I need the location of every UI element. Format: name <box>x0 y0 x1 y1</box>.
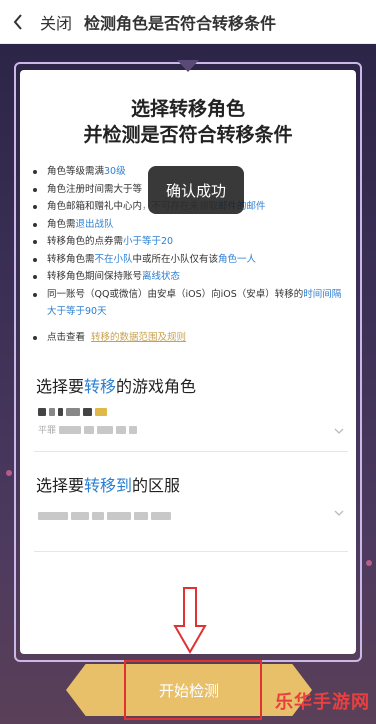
chevron-down-icon <box>334 510 344 516</box>
rule-highlight: 角色一人 <box>218 253 257 265</box>
select-server-label-highlight: 转移到 <box>84 476 133 495</box>
rule-text-part: 同一账号（QQ或微信）由安卓（iOS）向iOS（安卓）转移的 <box>47 288 304 300</box>
rule-text: 转移角色的点券需小于等于20 <box>47 233 173 251</box>
close-button[interactable]: 关闭 <box>40 10 72 34</box>
select-server-label-pre: 选择要 <box>36 476 85 495</box>
back-button[interactable] <box>0 0 36 44</box>
rule-text-part: 角色注册时间需大于等 <box>47 183 143 195</box>
bullet-dot <box>33 275 37 279</box>
rule-highlight: 不在小队 <box>94 253 133 265</box>
bullet-dot <box>33 240 37 244</box>
rule-text-part: 中或所在小队仅有该 <box>132 253 219 265</box>
bullet-dot <box>33 222 37 227</box>
role-name-obscured <box>38 408 107 416</box>
rules-link-row: 点击查看 转移的数据范围及规则 <box>30 329 350 347</box>
chevron-down-icon <box>334 428 344 434</box>
top-navbar: 关闭 检测角色是否符合转移条件 <box>0 0 376 44</box>
watermark: 乐华手游网 <box>275 692 370 713</box>
toast-message: 确认成功 <box>148 166 244 214</box>
rule-text: 角色注册时间需大于等 <box>47 181 142 199</box>
rule-text-part: 角色邮箱和赠礼中心内 <box>47 201 143 212</box>
rules-link-prefix: 点击查看 <box>47 331 86 343</box>
rule-highlight: 离线状态 <box>142 271 181 282</box>
rule-text: 角色需退出战队 <box>47 216 114 234</box>
select-role-label-highlight: 转移 <box>84 377 117 396</box>
rule-text-part: 转移角色的点券需 <box>47 236 124 247</box>
server-name-obscured <box>38 512 171 520</box>
card-notch-ornament <box>177 60 199 72</box>
select-role-label: 选择要转移的游戏角色 <box>36 373 196 397</box>
bullet-dot <box>33 335 37 340</box>
rule-text: 同一账号（QQ或微信）由安卓（iOS）向iOS（安卓）转移的时间间隔大于等于90… <box>47 286 350 321</box>
rule-text-part: 转移角色期间保持账号 <box>47 271 143 282</box>
rule-highlight: 退出战队 <box>75 218 114 230</box>
bullet-dot <box>33 257 37 262</box>
rule-item: 转移角色需不在小队中或所在小队仅有该角色一人 <box>30 251 350 269</box>
rule-text: 角色等级需满30级 <box>47 163 126 181</box>
select-server-label: 选择要转移到的区服 <box>36 472 180 496</box>
rule-item: 同一账号（QQ或微信）由安卓（iOS）向iOS（安卓）转移的时间间隔大于等于90… <box>30 286 350 321</box>
card-title: 选择转移角色 并检测是否符合转移条件 <box>0 96 376 148</box>
background-sparkle <box>6 470 12 476</box>
rule-item: 角色需退出战队 <box>30 216 350 234</box>
rule-text-part: 转移角色需 <box>47 253 95 265</box>
rule-text-part: 角色需 <box>47 218 76 230</box>
server-select[interactable] <box>34 496 348 552</box>
role-server-obscured: 平罪 <box>38 426 138 436</box>
rule-highlight: 30级 <box>104 166 126 177</box>
bullet-dot <box>33 170 37 174</box>
select-server-label-post: 的区服 <box>132 476 181 495</box>
rule-item: 转移角色的点券需小于等于20 <box>30 233 350 251</box>
bullet-dot <box>33 292 37 297</box>
select-role-label-post: 的游戏角色 <box>116 377 197 396</box>
bullet-dot <box>33 205 37 209</box>
main-card <box>20 70 356 654</box>
role-server-prefix: 平罪 <box>38 426 57 436</box>
page-title: 检测角色是否符合转移条件 <box>84 13 277 33</box>
red-arrow-annotation <box>173 587 207 655</box>
bullet-dot <box>33 187 37 192</box>
card-title-line2: 并检测是否符合转移条件 <box>83 124 293 146</box>
rule-text-part: 角色等级需满 <box>47 166 105 177</box>
rule-text: 转移角色需不在小队中或所在小队仅有该角色一人 <box>47 251 256 269</box>
rule-item: 转移角色期间保持账号离线状态 <box>30 268 350 286</box>
rules-link[interactable]: 转移的数据范围及规则 <box>91 329 186 347</box>
start-button-highlight-box <box>124 660 262 720</box>
role-select[interactable]: 平罪 <box>34 396 348 452</box>
rule-text: 转移角色期间保持账号离线状态 <box>47 268 180 286</box>
chevron-left-icon <box>13 13 22 30</box>
card-title-line1: 选择转移角色 <box>130 98 245 120</box>
rule-highlight: 小于等于20 <box>123 236 174 247</box>
background-sparkle <box>366 560 372 566</box>
select-role-label-pre: 选择要 <box>36 377 85 396</box>
